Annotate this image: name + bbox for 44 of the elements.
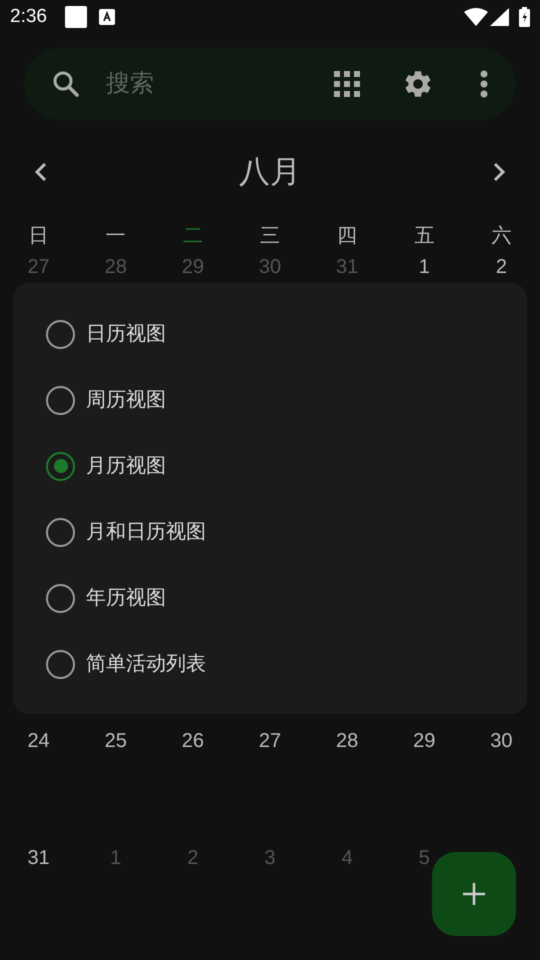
radio-button[interactable]	[46, 386, 75, 414]
view-option[interactable]: 简单活动列表	[13, 631, 527, 697]
weekday-label: 二	[182, 224, 204, 249]
signal-icon	[490, 8, 509, 26]
day-number[interactable]: 24	[27, 726, 50, 756]
radio-button[interactable]	[46, 320, 75, 348]
radio-button[interactable]	[46, 518, 75, 546]
plus-icon	[463, 883, 485, 905]
view-option[interactable]: 年历视图	[13, 565, 527, 631]
day-number[interactable]: 28	[336, 726, 358, 756]
radio-button[interactable]	[46, 584, 75, 612]
day-number[interactable]: 1	[418, 252, 430, 282]
weekday-label: 日	[28, 224, 50, 249]
view-option[interactable]: 日历视图	[13, 301, 527, 367]
weekday-label: 一	[104, 224, 127, 249]
search-field[interactable]: 搜索	[106, 66, 256, 102]
weekday-label: 五	[413, 224, 436, 249]
search-bar[interactable]: 搜索	[24, 48, 516, 120]
day-number[interactable]: 2	[496, 252, 507, 282]
view-option[interactable]: 月历视图	[13, 433, 527, 499]
grid-icon[interactable]	[334, 71, 360, 97]
day-number[interactable]: 26	[182, 726, 204, 756]
weekday-label: 六	[490, 224, 512, 249]
status-time: 2:36	[10, 4, 47, 29]
next-month-icon[interactable]	[492, 162, 506, 182]
radio-button[interactable]	[46, 452, 75, 480]
wifi-icon	[464, 8, 488, 26]
weekday-label: 四	[336, 224, 358, 249]
view-option[interactable]: 周历视图	[13, 367, 527, 433]
notification-icon	[64, 6, 87, 28]
month-title: 八月	[239, 152, 301, 191]
previous-month-icon[interactable]	[34, 162, 48, 182]
more-icon[interactable]	[480, 70, 488, 98]
radio-button[interactable]	[46, 650, 75, 678]
battery-icon	[519, 7, 530, 27]
day-number[interactable]: 29	[413, 726, 436, 756]
search-icon	[52, 70, 80, 98]
day-number[interactable]: 30	[490, 726, 513, 756]
day-number[interactable]: 25	[104, 726, 127, 756]
day-number[interactable]: 31	[27, 843, 50, 873]
day-number[interactable]: 27	[258, 726, 282, 756]
weekday-label: 三	[258, 224, 281, 249]
keyboard-icon	[98, 9, 115, 25]
view-option[interactable]: 月和日历视图	[13, 499, 527, 565]
